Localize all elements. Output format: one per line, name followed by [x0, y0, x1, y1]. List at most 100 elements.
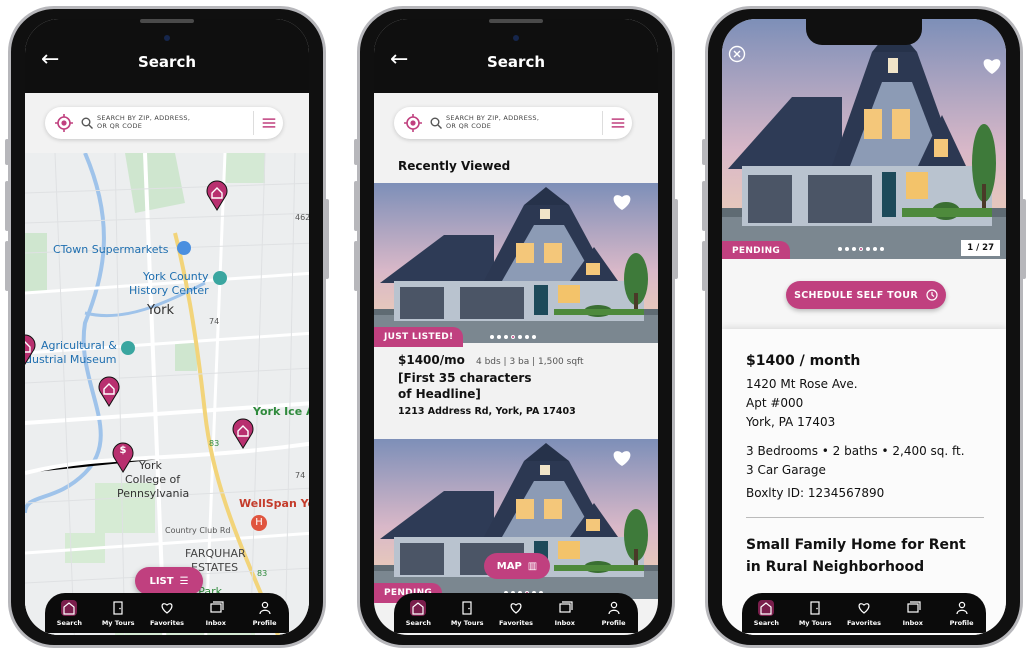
search-placeholder: SEARCH BY ZIP, ADDRESS, OR QR CODE	[97, 114, 191, 130]
door-icon	[807, 600, 823, 616]
inbox-icon	[557, 600, 573, 616]
nav-search[interactable]: Search	[395, 599, 441, 627]
listing-address: 1213 Address Rd, York, PA 17403	[398, 406, 576, 417]
store-icon	[177, 241, 191, 255]
map-label-york-county: York County	[143, 270, 209, 283]
house-photo	[722, 19, 1006, 259]
home-icon	[410, 599, 427, 616]
search-icon	[81, 117, 93, 129]
nav-favorites[interactable]: Favorites	[493, 600, 539, 627]
search-input[interactable]: SEARCH BY ZIP, ADDRESS, OR QR CODE	[45, 107, 283, 139]
map-label-agri-2: dustrial Museum	[25, 353, 117, 366]
map-label-college-1: York	[139, 459, 162, 472]
search-area: SEARCH BY ZIP, ADDRESS, OR QR CODE	[374, 93, 658, 153]
map-label-wellspan: WellSpan Yor	[239, 497, 309, 510]
heart-icon	[856, 600, 872, 616]
hospital-icon: H	[251, 515, 267, 531]
listing-headline: [First 35 characters of Headline]	[398, 371, 532, 401]
phone-map-view: CTown Supermarkets York County History C…	[5, 6, 329, 648]
map-label-history-center: History Center	[129, 284, 209, 297]
address-line: Apt #000	[746, 396, 804, 410]
inbox-icon	[208, 600, 224, 616]
listing-photo[interactable]	[722, 19, 1006, 259]
nav-inbox[interactable]: Inbox	[890, 600, 936, 627]
route-83: 83	[257, 569, 268, 578]
inbox-icon	[905, 600, 921, 616]
dollar-label: $	[119, 445, 127, 456]
map-label-york: York	[147, 303, 175, 318]
door-icon	[110, 600, 126, 616]
home-icon	[758, 599, 775, 616]
listing-headline: Small Family Home for Rent in Rural Neigh…	[746, 537, 966, 575]
map-button[interactable]: MAP ▥	[484, 553, 550, 579]
status-badge: JUST LISTED!	[374, 327, 464, 347]
door-icon	[459, 600, 475, 616]
page-title: Search	[486, 53, 546, 71]
nav-inbox[interactable]: Inbox	[542, 600, 588, 627]
bottom-nav: Search My Tours Favorites Inbox Profile	[45, 593, 289, 633]
favorite-heart-icon[interactable]	[982, 57, 1002, 75]
map-label-agri-1: Agricultural &	[41, 339, 117, 352]
nav-search[interactable]: Search	[46, 599, 92, 627]
location-target-icon[interactable]	[55, 114, 73, 132]
property-pin[interactable]	[25, 333, 37, 365]
map-label-york-ice: York Ice A	[253, 405, 309, 418]
nav-search[interactable]: Search	[743, 599, 789, 627]
listing-meta: 4 bds | 3 ba | 1,500 sqft	[475, 357, 584, 367]
favorite-heart-icon[interactable]	[612, 449, 632, 467]
close-icon[interactable]	[728, 45, 746, 63]
home-icon	[61, 599, 78, 616]
map-label-college-2: College of	[125, 473, 181, 486]
search-icon	[430, 117, 442, 129]
heart-icon	[508, 600, 524, 616]
nav-profile[interactable]: Profile	[591, 600, 637, 627]
nav-my-tours[interactable]: My Tours	[792, 600, 838, 627]
property-pin[interactable]	[205, 179, 229, 211]
status-badge: PENDING	[722, 241, 791, 261]
listing-card[interactable]: $1400/mo 4 bds | 3 ba | 1,500 sqft [Firs…	[398, 349, 658, 417]
route-462: 462	[295, 213, 309, 222]
clock-icon	[926, 289, 938, 301]
nav-profile[interactable]: Profile	[939, 600, 985, 627]
map-label-farquhar-1: FARQUHAR	[185, 547, 246, 560]
filter-icon[interactable]	[602, 111, 632, 135]
favorite-heart-icon[interactable]	[612, 193, 632, 211]
property-pin[interactable]	[231, 417, 255, 449]
nav-favorites[interactable]: Favorites	[841, 600, 887, 627]
carousel-dots[interactable]	[490, 335, 536, 339]
location-target-icon[interactable]	[404, 114, 422, 132]
list-icon: ☰	[179, 575, 189, 587]
search-placeholder: SEARCH BY ZIP, ADDRESS, OR QR CODE	[446, 114, 540, 130]
nav-inbox[interactable]: Inbox	[193, 600, 239, 627]
filter-icon[interactable]	[253, 111, 283, 135]
nav-my-tours[interactable]: My Tours	[444, 600, 490, 627]
museum-icon	[121, 341, 135, 355]
list-button[interactable]: LIST ☰	[135, 567, 203, 595]
nav-my-tours[interactable]: My Tours	[95, 600, 141, 627]
schedule-self-tour-button[interactable]: SCHEDULE SELF TOUR	[786, 281, 946, 309]
phone-list-view: ← Search SEARCH BY ZIP, ADDRESS, OR QR CO…	[354, 6, 678, 648]
listing-details: $1400 / month 1420 Mt Rose Ave. Apt #000…	[722, 329, 1006, 635]
features-line: 3 Bedrooms • 2 baths • 2,400 sq. ft.	[746, 444, 965, 458]
page-title: Search	[137, 53, 197, 71]
address-line: 1420 Mt Rose Ave.	[746, 377, 858, 391]
features-line: 3 Car Garage	[746, 463, 826, 477]
property-pin[interactable]	[97, 375, 121, 407]
nav-favorites[interactable]: Favorites	[144, 600, 190, 627]
map-label-ctown: CTown Supermarkets	[53, 243, 169, 256]
boxlty-id: Boxlty ID: 1234567890	[746, 486, 885, 500]
nav-profile[interactable]: Profile	[242, 600, 288, 627]
section-title: Recently Viewed	[398, 159, 511, 173]
person-icon	[954, 600, 970, 616]
map-area[interactable]: CTown Supermarkets York County History C…	[25, 153, 309, 635]
search-input[interactable]: SEARCH BY ZIP, ADDRESS, OR QR CODE	[394, 107, 632, 139]
header: ← Search	[25, 19, 309, 93]
property-pin-dollar[interactable]: $	[111, 441, 135, 473]
carousel-dots[interactable]	[838, 247, 884, 251]
phone-detail-view: PENDING 1 / 27 SCHEDULE SELF TOUR $1400 …	[702, 6, 1026, 648]
listing-price: $1400/mo	[398, 353, 465, 367]
heart-icon	[159, 600, 175, 616]
search-area: SEARCH BY ZIP, ADDRESS, OR QR CODE	[25, 93, 309, 153]
map-label-country-club: Country Club Rd	[165, 526, 231, 535]
bottom-nav: Search My Tours Favorites Inbox Profile	[394, 593, 638, 633]
